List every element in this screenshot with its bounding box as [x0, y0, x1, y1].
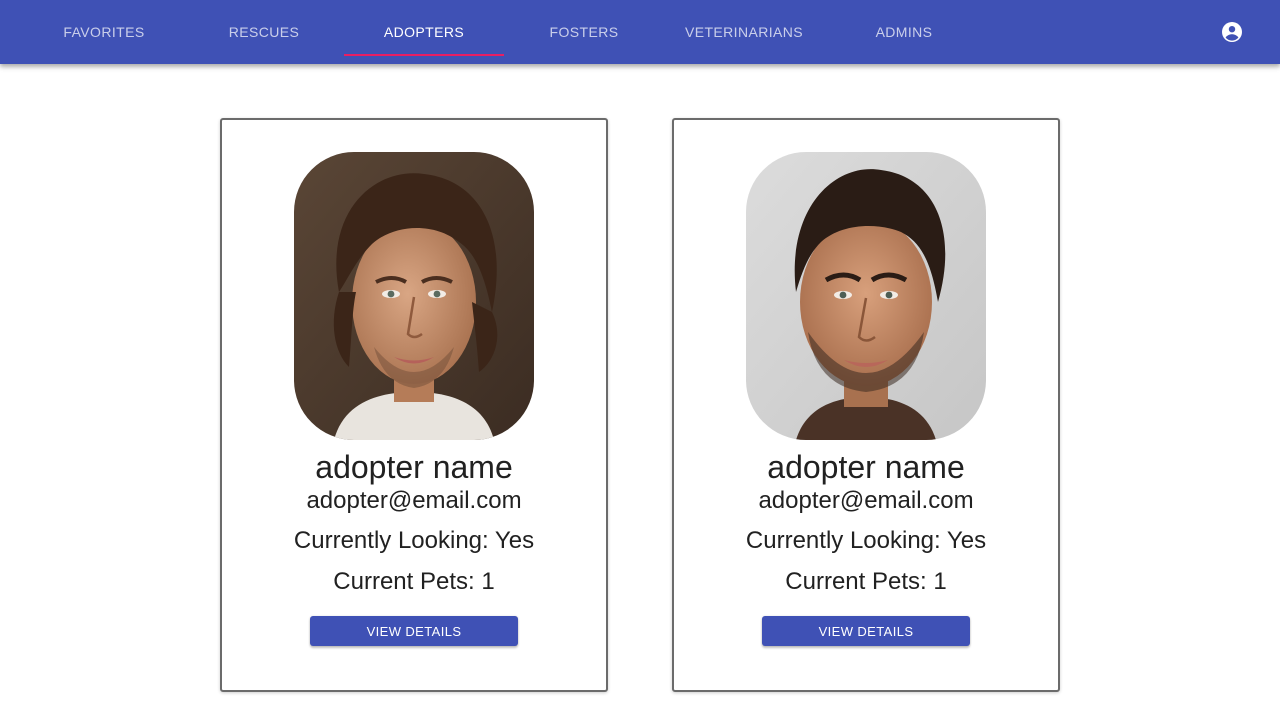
adopter-looking-status: Currently Looking: Yes: [745, 527, 987, 554]
view-details-button[interactable]: VIEW DETAILS: [310, 616, 518, 646]
adopter-current-pets: Current Pets: 1: [785, 568, 947, 595]
adopter-portrait-image: [746, 152, 986, 440]
adopter-card: adopter name adopter@email.com Currently…: [220, 118, 608, 692]
adopter-looking-status: Currently Looking: Yes: [293, 527, 535, 554]
tab-admins[interactable]: ADMINS: [824, 0, 984, 64]
tab-adopters[interactable]: ADOPTERS: [344, 0, 504, 64]
adopter-portrait-image: [294, 152, 534, 440]
tab-fosters[interactable]: FOSTERS: [504, 0, 664, 64]
view-details-button[interactable]: VIEW DETAILS: [762, 616, 970, 646]
adopter-email: adopter@email.com: [306, 487, 522, 514]
account-circle-icon: [1222, 22, 1242, 42]
adopter-photo: [746, 152, 986, 440]
tab-favorites[interactable]: FAVORITES: [24, 0, 184, 64]
adopter-name: adopter name: [767, 449, 965, 485]
adopter-card-list: adopter name adopter@email.com Currently…: [220, 118, 1060, 692]
adopter-email: adopter@email.com: [758, 487, 974, 514]
adopter-photo: [294, 152, 534, 440]
adopter-card: adopter name adopter@email.com Currently…: [672, 118, 1060, 692]
nav-tabs: FAVORITES RESCUES ADOPTERS FOSTERS VETER…: [24, 0, 984, 64]
tab-veterinarians[interactable]: VETERINARIANS: [664, 0, 824, 64]
adopter-current-pets: Current Pets: 1: [333, 568, 495, 595]
adopter-name: adopter name: [315, 449, 513, 485]
app-bar: FAVORITES RESCUES ADOPTERS FOSTERS VETER…: [0, 0, 1280, 64]
account-button[interactable]: [1220, 20, 1244, 44]
tab-rescues[interactable]: RESCUES: [184, 0, 344, 64]
